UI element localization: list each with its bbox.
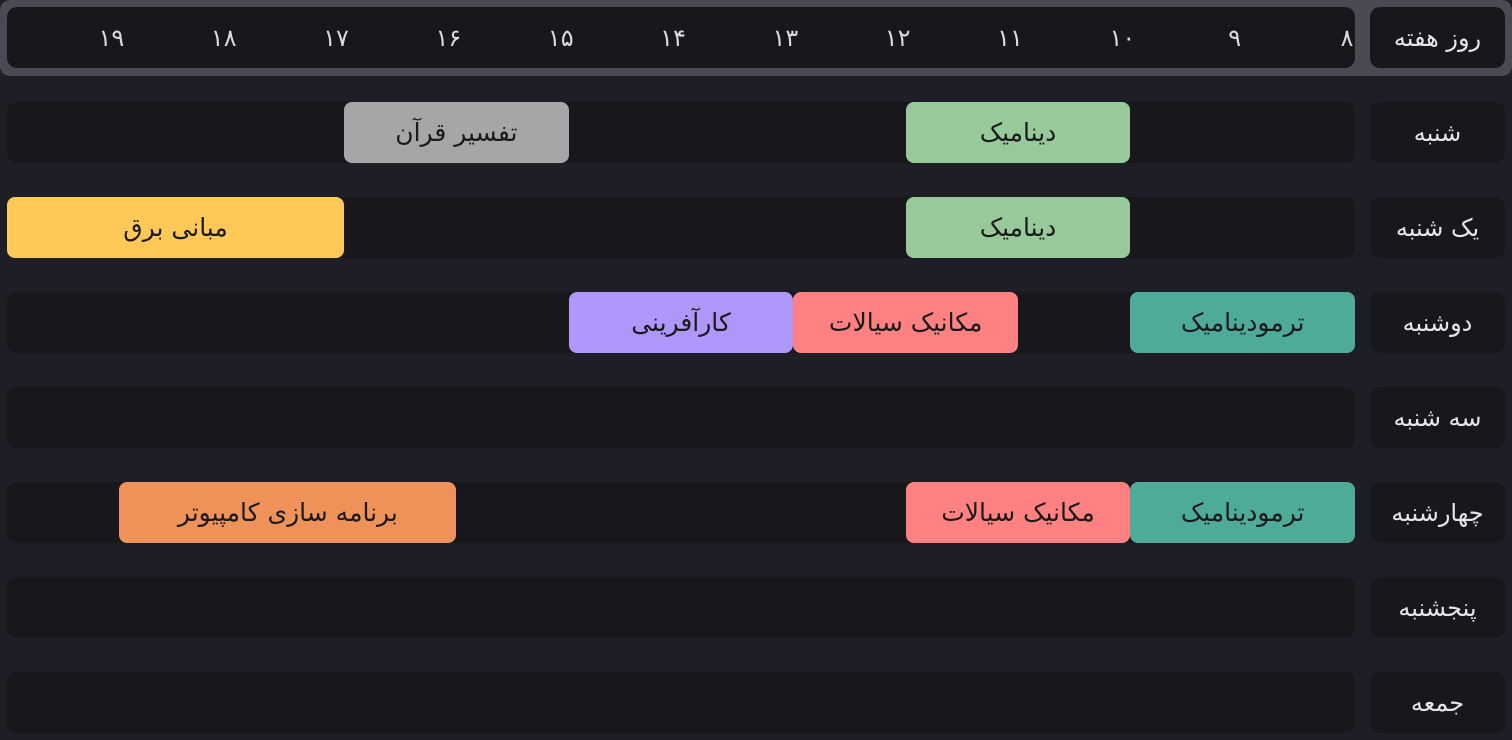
- day-track: [7, 672, 1355, 733]
- weekly-schedule: ۸ ۹ ۱۰ ۱۱ ۱۲ ۱۳ ۱۴ ۱۵ ۱۶ ۱۷ ۱۸ ۱۹ روز هفته شنبه دینا…: [0, 0, 1512, 740]
- hour-label: ۱۹: [98, 23, 125, 52]
- day-label: دوشنبه: [1370, 292, 1505, 353]
- hour-label: ۱۷: [323, 23, 349, 52]
- hour-label: ۱۲: [884, 23, 911, 52]
- hour-label: ۱۴: [660, 23, 686, 52]
- course-block[interactable]: ترمودینامیک: [1130, 292, 1355, 353]
- course-block[interactable]: تفسیر قرآن: [344, 102, 569, 163]
- hour-label: ۱۸: [210, 23, 237, 52]
- day-label: جمعه: [1370, 672, 1505, 733]
- hour-label: ۱۳: [772, 23, 799, 52]
- day-label: چهارشنبه: [1370, 482, 1505, 543]
- hour-label: ۱۶: [435, 23, 462, 52]
- course-block[interactable]: مکانیک سیالات: [905, 482, 1131, 543]
- hour-label: ۱۰: [1109, 23, 1136, 52]
- day-label: پنجشنبه: [1370, 577, 1505, 638]
- day-label: یک شنبه: [1370, 197, 1505, 258]
- hour-label: ۹: [1228, 23, 1242, 52]
- course-block[interactable]: کارآفرینی: [568, 292, 794, 353]
- course-block[interactable]: دینامیک: [905, 102, 1131, 163]
- corner-label: روز هفته: [1370, 7, 1505, 68]
- day-track: ترمودینامیک مکانیک سیالات کارآفرینی: [7, 292, 1355, 353]
- hours-track: ۸ ۹ ۱۰ ۱۱ ۱۲ ۱۳ ۱۴ ۱۵ ۱۶ ۱۷ ۱۸ ۱۹: [7, 7, 1355, 68]
- course-block[interactable]: دینامیک: [905, 197, 1131, 258]
- course-block[interactable]: برنامه سازی کامپیوتر: [119, 482, 457, 543]
- day-track: [7, 577, 1355, 638]
- hour-label: ۸: [1340, 23, 1354, 52]
- hour-label: ۱۱: [997, 23, 1023, 52]
- hour-label: ۱۵: [547, 23, 574, 52]
- course-block[interactable]: مبانی برق: [7, 197, 345, 258]
- day-track: ترمودینامیک مکانیک سیالات برنامه سازی کامپ…: [7, 482, 1355, 543]
- course-block[interactable]: مکانیک سیالات: [793, 292, 1018, 353]
- day-label: سه شنبه: [1370, 387, 1505, 448]
- day-track: [7, 387, 1355, 448]
- day-track: دینامیک مبانی برق: [7, 197, 1355, 258]
- course-block[interactable]: ترمودینامیک: [1130, 482, 1355, 543]
- day-label: شنبه: [1370, 102, 1505, 163]
- day-track: دینامیک تفسیر قرآن: [7, 102, 1355, 163]
